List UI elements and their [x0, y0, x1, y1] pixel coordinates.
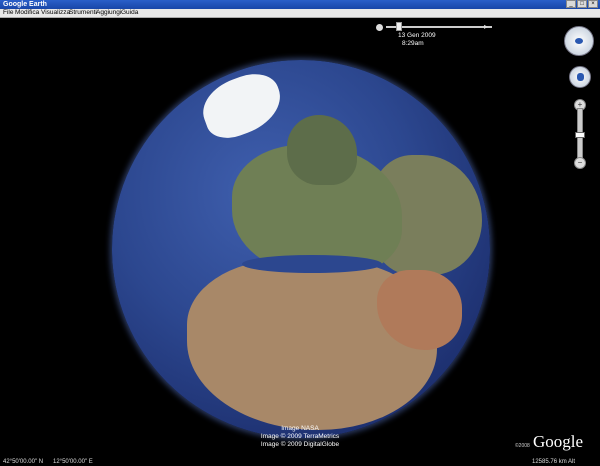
time-slider-thumb[interactable]	[396, 22, 402, 31]
time-clock: 8:29am	[402, 40, 424, 47]
status-latitude: 42°50'00.00" N	[3, 459, 44, 465]
globe[interactable]	[112, 60, 490, 438]
time-clock-icon[interactable]	[376, 24, 383, 31]
status-longitude: 12°50'00.00" E	[53, 459, 93, 465]
move-control[interactable]	[569, 66, 591, 88]
time-date: 13 Gen 2009	[398, 32, 436, 39]
zoom-slider-thumb[interactable]	[575, 132, 585, 138]
eye-icon	[575, 38, 583, 44]
look-control[interactable]	[564, 26, 594, 56]
menu-guida[interactable]: Guida	[121, 9, 138, 17]
greenland-ice	[195, 65, 289, 146]
status-altitude: 12585.76 km Alt	[532, 459, 576, 465]
menu-modifica[interactable]: Modifica	[15, 9, 39, 17]
menu-visualizza[interactable]: Visualizza	[41, 9, 70, 17]
menu-bar: File Modifica Visualizza Strumenti Aggiu…	[0, 9, 600, 18]
maximize-button[interactable]: □	[577, 0, 587, 8]
attribution-nasa: Image NASA	[281, 425, 319, 432]
google-logo: Google	[533, 432, 584, 451]
menu-strumenti[interactable]: Strumenti	[69, 9, 97, 17]
minimize-button[interactable]: _	[566, 0, 576, 8]
time-forward-icon[interactable]: ▸	[484, 22, 488, 31]
hand-icon	[577, 73, 584, 81]
menu-file[interactable]: File	[3, 9, 13, 17]
earth-viewport[interactable]	[0, 18, 600, 458]
mediterranean-sea	[242, 255, 382, 273]
zoom-out-button[interactable]: −	[574, 157, 586, 169]
scandinavia-landmass	[287, 115, 357, 185]
window-title: Google Earth	[3, 1, 47, 8]
menu-aggiungi[interactable]: Aggiungi	[96, 9, 121, 17]
copyright-year: ©2008	[515, 443, 530, 449]
title-bar: Google Earth _ □ ×	[0, 0, 600, 9]
attribution-digitalglobe: Image © 2009 DigitalGlobe	[260, 441, 340, 448]
status-bar: 42°50'00.00" N 12°50'00.00" E 12585.76 k…	[0, 458, 600, 466]
close-button[interactable]: ×	[588, 0, 598, 8]
attribution-terrametrics: Image © 2009 TerraMetrics	[260, 433, 340, 440]
